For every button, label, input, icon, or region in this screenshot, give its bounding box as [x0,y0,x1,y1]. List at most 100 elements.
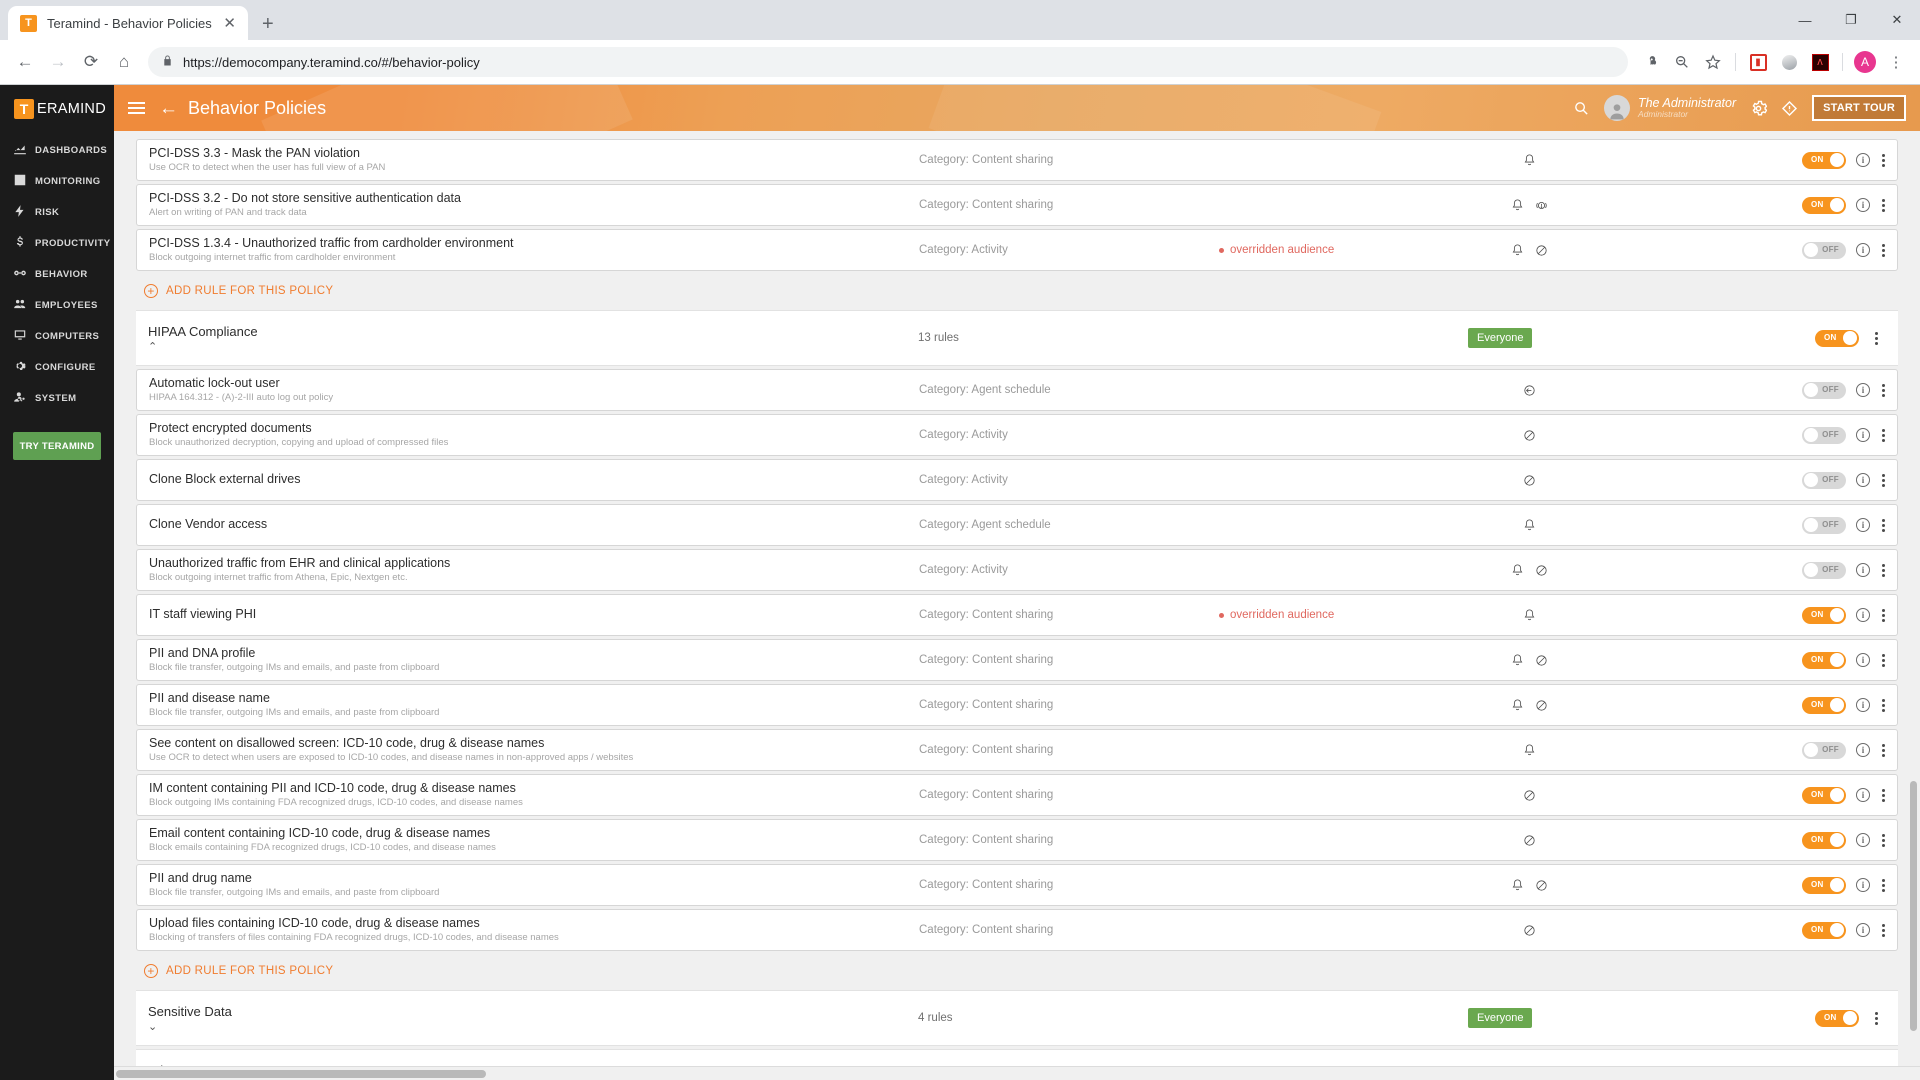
rule-menu-icon[interactable] [1880,877,1887,894]
bookmark-star-icon[interactable] [1699,48,1727,76]
rule-toggle[interactable]: ON [1802,197,1846,214]
bell-icon[interactable] [1510,563,1525,578]
block-icon[interactable] [1522,788,1537,803]
rule-menu-icon[interactable] [1880,197,1887,214]
pdf-icon[interactable]: ᴧ [1806,48,1834,76]
extension-red-icon[interactable]: ▮ [1744,48,1772,76]
info-icon[interactable]: i [1856,383,1870,397]
bell-icon[interactable] [1510,198,1525,213]
block-icon[interactable] [1534,563,1549,578]
minimize-button[interactable]: — [1782,0,1828,40]
try-teramind-button[interactable]: TRY TERAMIND [13,432,101,460]
info-icon[interactable]: i [1856,698,1870,712]
new-tab-icon[interactable]: + [262,13,274,36]
sidebar-item-dashboards[interactable]: DASHBOARDS [0,135,114,166]
rule-toggle[interactable]: OFF [1802,427,1846,444]
block-icon[interactable] [1534,698,1549,713]
bell-icon[interactable] [1522,743,1537,758]
sidebar-item-computers[interactable]: COMPUTERS [0,321,114,352]
rule-toggle[interactable]: ON [1802,652,1846,669]
info-icon[interactable]: i [1856,153,1870,167]
sidebar-item-productivity[interactable]: PRODUCTIVITY [0,228,114,259]
rule-row[interactable]: Clone Block external drivesCategory: Act… [136,459,1898,501]
rule-toggle[interactable]: OFF [1802,242,1846,259]
rule-row[interactable]: Email content containing ICD-10 code, dr… [136,819,1898,861]
add-rule-pci-button[interactable]: + ADD RULE FOR THIS POLICY [136,274,1898,310]
warning-icon[interactable] [1781,100,1798,117]
search-icon[interactable] [1573,100,1590,117]
bell-icon[interactable] [1510,653,1525,668]
forward-icon[interactable]: → [43,47,73,77]
block-icon[interactable] [1522,833,1537,848]
rule-menu-icon[interactable] [1880,382,1887,399]
rule-toggle[interactable]: ON [1802,152,1846,169]
sidebar-item-configure[interactable]: CONFIGURE [0,352,114,383]
rule-menu-icon[interactable] [1880,152,1887,169]
rule-toggle[interactable]: OFF [1802,562,1846,579]
rule-row[interactable]: PII and drug nameBlock file transfer, ou… [136,864,1898,906]
info-icon[interactable]: i [1856,608,1870,622]
maximize-button[interactable]: ❐ [1828,0,1874,40]
rule-toggle[interactable]: ON [1802,697,1846,714]
menu-toggle-icon[interactable] [128,102,145,114]
rule-toggle[interactable]: ON [1802,787,1846,804]
group-toggle[interactable]: ON [1815,330,1859,347]
rule-toggle[interactable]: ON [1802,607,1846,624]
address-bar[interactable]: https://democompany.teramind.co/#/behavi… [148,47,1628,77]
rule-menu-icon[interactable] [1880,697,1887,714]
extension-grey-icon[interactable] [1775,48,1803,76]
bell-icon[interactable] [1510,243,1525,258]
rule-toggle[interactable]: OFF [1802,472,1846,489]
browser-tab[interactable]: T Teramind - Behavior Policies ✕ [8,6,248,40]
rule-menu-icon[interactable] [1880,922,1887,939]
notify-circle-icon[interactable] [1534,198,1549,213]
rule-menu-icon[interactable] [1880,517,1887,534]
close-tab-icon[interactable]: ✕ [223,16,236,31]
info-icon[interactable]: i [1856,923,1870,937]
home-icon[interactable]: ⌂ [109,47,139,77]
rule-menu-icon[interactable] [1880,472,1887,489]
key-icon[interactable] [1637,48,1665,76]
rule-row[interactable]: IM content containing PII and ICD-10 cod… [136,774,1898,816]
bell-icon[interactable] [1510,698,1525,713]
info-icon[interactable]: i [1856,653,1870,667]
rule-row[interactable]: PII and DNA profileBlock file transfer, … [136,639,1898,681]
info-icon[interactable]: i [1856,563,1870,577]
rule-toggle[interactable]: ON [1802,877,1846,894]
rule-row[interactable]: Clone Vendor accessCategory: Agent sched… [136,504,1898,546]
info-icon[interactable]: i [1856,878,1870,892]
rule-row[interactable]: Unauthorized traffic from EHR and clinic… [136,549,1898,591]
info-icon[interactable]: i [1856,833,1870,847]
close-window-button[interactable]: ✕ [1874,0,1920,40]
rule-toggle[interactable]: OFF [1802,517,1846,534]
rule-row[interactable]: See content on disallowed screen: ICD-10… [136,729,1898,771]
reload-icon[interactable]: ⟳ [76,47,106,77]
info-icon[interactable]: i [1856,788,1870,802]
rule-menu-icon[interactable] [1880,832,1887,849]
sidebar-item-risk[interactable]: RISK [0,197,114,228]
rule-toggle[interactable]: OFF [1802,382,1846,399]
browser-menu-icon[interactable]: ⋮ [1882,48,1910,76]
rule-menu-icon[interactable] [1880,607,1887,624]
back-icon[interactable]: ← [10,47,40,77]
sidebar-item-employees[interactable]: EMPLOYEES [0,290,114,321]
bell-icon[interactable] [1510,878,1525,893]
info-icon[interactable]: i [1856,243,1870,257]
user-profile[interactable]: The Administrator Administrator [1604,95,1736,121]
info-icon[interactable]: i [1856,743,1870,757]
horizontal-scrollbar[interactable] [114,1066,1920,1080]
rule-menu-icon[interactable] [1880,562,1887,579]
policy-group[interactable]: Sensitive Data⌄4 rulesEveryoneON [136,990,1898,1046]
sidebar-item-system[interactable]: SYSTEM [0,383,114,414]
block-icon[interactable] [1534,243,1549,258]
rule-row[interactable]: PCI-DSS 3.2 - Do not store sensitive aut… [136,184,1898,226]
rule-menu-icon[interactable] [1880,242,1887,259]
info-icon[interactable]: i [1856,518,1870,532]
rule-row[interactable]: Automatic lock-out userHIPAA 164.312 - (… [136,369,1898,411]
rule-row[interactable]: PII and disease nameBlock file transfer,… [136,684,1898,726]
logout-icon[interactable] [1522,383,1537,398]
start-tour-button[interactable]: START TOUR [1812,95,1906,121]
bell-icon[interactable] [1522,608,1537,623]
rule-row[interactable]: PCI-DSS 1.3.4 - Unauthorized traffic fro… [136,229,1898,271]
rule-menu-icon[interactable] [1880,742,1887,759]
